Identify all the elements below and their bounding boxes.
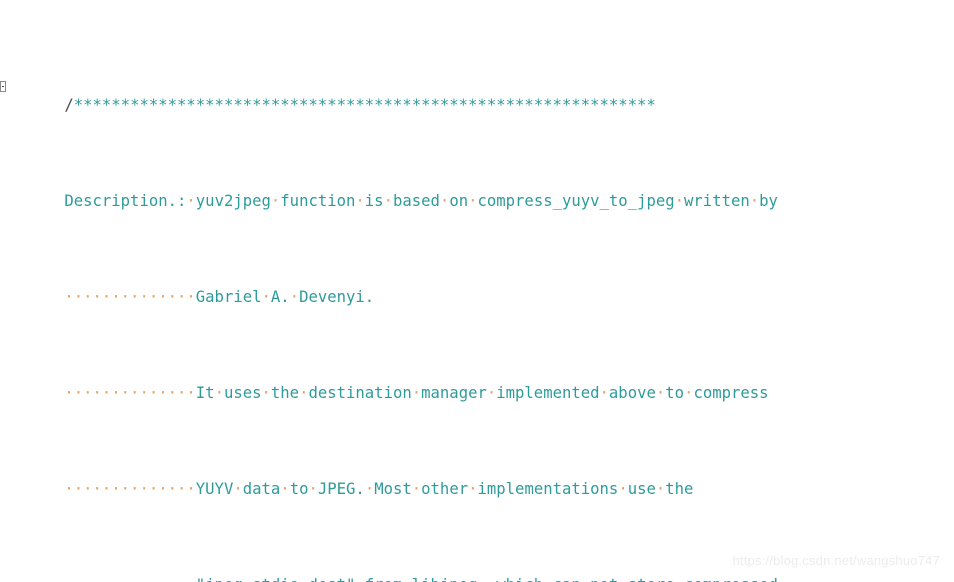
token-space-dot: · — [468, 480, 478, 499]
token-space-dot: · — [543, 576, 552, 582]
token-comment: other — [421, 480, 469, 499]
token-comment: Description.: — [64, 192, 187, 211]
token-space-dot: · — [599, 384, 609, 403]
token-comment: function — [280, 192, 356, 211]
token-space-dot: · — [186, 192, 196, 211]
code-line[interactable]: Description.:·yuv2jpeg·function·is·based… — [0, 173, 954, 210]
token-comment: compress_yuyv_to_jpeg — [477, 192, 675, 211]
token-comment: Most — [374, 480, 412, 499]
token-space-dot: · — [618, 480, 628, 499]
token-comment: on — [449, 192, 469, 211]
token-space-dot: · — [308, 480, 318, 499]
token-space-dot: · — [749, 192, 760, 211]
token-space-dot: · — [655, 384, 666, 403]
code-line[interactable]: ··············It·uses·the·destination·ma… — [0, 365, 954, 402]
token-space-dot: · — [383, 192, 393, 211]
token-comment: implemented — [496, 384, 600, 403]
token-space-dot: · — [486, 384, 497, 403]
code-editor[interactable]: /***************************************… — [0, 0, 954, 582]
token-comment: Gabriel — [195, 288, 262, 307]
token-space-dot: · — [402, 576, 411, 582]
token-indent-dots: ·············· — [64, 480, 196, 499]
token-comment: YUYV — [195, 480, 234, 499]
token-comment: to — [289, 480, 309, 499]
token-comment: the — [270, 384, 300, 403]
token-space-dot: · — [618, 576, 627, 582]
token-space-dot: · — [355, 192, 365, 211]
token-comment: JPEG. — [317, 480, 365, 499]
code-line[interactable]: ··············Gabriel·A.·Devenyi. — [0, 269, 954, 306]
code-line[interactable]: ··············YUYV·data·to·JPEG.·Most·ot… — [0, 461, 954, 498]
token-space-dot: · — [355, 576, 364, 582]
token-indent-dots: ·············· — [64, 288, 196, 307]
token-space-dot: · — [270, 192, 281, 211]
token-space-dot: · — [674, 192, 685, 211]
token-space-dot: · — [581, 576, 590, 582]
token-space-dot: · — [214, 384, 224, 403]
token-comment: by — [759, 192, 778, 211]
token-comment: manager — [421, 384, 487, 403]
token-space-dot: · — [487, 576, 496, 582]
watermark-text: https://blog.csdn.net/wangshuo747 — [732, 553, 940, 568]
token-space-dot: · — [655, 480, 666, 499]
token-comment: data — [242, 480, 281, 499]
token-space-dot: · — [364, 480, 375, 499]
token-comment: yuv2jpeg — [195, 192, 271, 211]
token-comment: implementations — [477, 480, 619, 499]
token-space-dot: · — [280, 480, 290, 499]
token-comment: based — [392, 192, 440, 211]
token-slash: / — [64, 96, 74, 115]
token-space-dot: · — [675, 576, 684, 582]
token-comment: can — [553, 576, 581, 582]
token-comment: not — [590, 576, 618, 582]
token-space-dot: · — [289, 288, 300, 307]
token-space-dot: · — [439, 192, 450, 211]
token-comment: A. — [270, 288, 290, 307]
token-comment: from — [365, 576, 403, 582]
token-indent-dots: ·············· — [64, 576, 195, 582]
token-comment: Devenyi. — [299, 288, 375, 307]
token-indent-dots: ·············· — [64, 384, 196, 403]
token-comment: store — [628, 576, 675, 582]
token-comment: libjpeg, — [412, 576, 487, 582]
token-comment: use — [627, 480, 656, 499]
token-comment: ****************************************… — [73, 96, 656, 115]
token-space-dot: · — [233, 480, 243, 499]
token-comment: which — [496, 576, 543, 582]
fold-marker-icon[interactable] — [0, 80, 6, 92]
token-space-dot: · — [261, 384, 271, 403]
token-comment: above — [608, 384, 656, 403]
token-space-dot: · — [411, 384, 422, 403]
token-comment: destination — [308, 384, 412, 403]
token-space-dot: · — [261, 288, 271, 307]
token-comment: It — [195, 384, 215, 403]
token-comment: to — [665, 384, 685, 403]
token-comment: compressed — [684, 576, 778, 582]
token-comment: is — [364, 192, 384, 211]
code-area[interactable]: /***************************************… — [0, 0, 954, 582]
code-line[interactable]: /***************************************… — [0, 77, 954, 114]
token-comment: "jpeg_stdio_dest" — [196, 576, 356, 582]
token-comment: the — [665, 480, 694, 499]
token-comment: written — [684, 192, 750, 211]
token-space-dot: · — [411, 480, 422, 499]
token-comment: compress — [693, 384, 769, 403]
token-comment: uses — [223, 384, 262, 403]
